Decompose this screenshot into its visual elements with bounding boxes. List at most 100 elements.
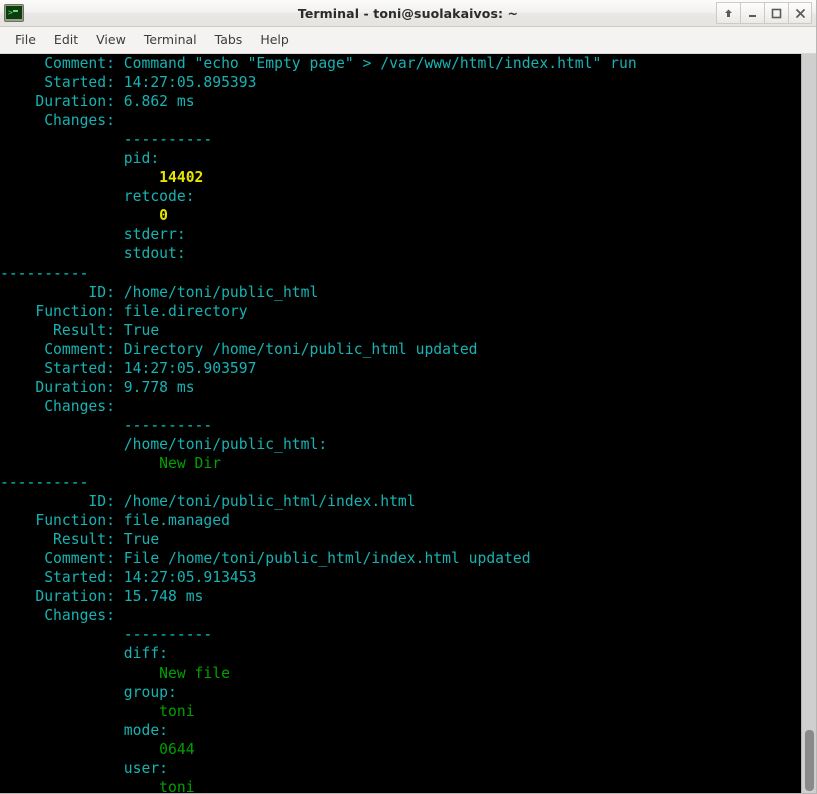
menu-item-edit[interactable]: Edit	[45, 30, 87, 50]
terminal-text: Changes:	[0, 397, 115, 415]
terminal-text: New file	[159, 664, 230, 682]
terminal-line: Duration: 9.778 ms	[0, 378, 801, 397]
terminal-text: Duration: 6.862 ms	[0, 93, 195, 111]
terminal-text: ----------	[0, 264, 89, 282]
terminal-line: 0	[0, 206, 801, 225]
terminal-line: Duration: 6.862 ms	[0, 92, 801, 111]
terminal-text: Duration: 15.748 ms	[0, 588, 204, 606]
menu-item-tabs[interactable]: Tabs	[206, 30, 252, 50]
terminal-text: ID: /home/toni/public_html/index.html	[0, 493, 416, 511]
terminal-line: Comment: Command "echo "Empty page" > /v…	[0, 54, 801, 73]
terminal-line: stdout:	[0, 244, 801, 263]
terminal-text: toni	[159, 702, 195, 720]
terminal-line: New Dir	[0, 454, 801, 473]
terminal-text: stdout:	[0, 245, 186, 263]
terminal-line: Changes:	[0, 606, 801, 625]
terminal-text: ----------	[0, 416, 213, 434]
terminal-text: Comment: Command "echo "Empty page" > /v…	[0, 55, 637, 72]
terminal-line: Function: file.directory	[0, 302, 801, 321]
terminal-text: Function: file.managed	[0, 512, 230, 530]
terminal-line: Started: 14:27:05.895393	[0, 73, 801, 92]
terminal-text: Started: 14:27:05.913453	[0, 569, 257, 587]
terminal-text: Comment: Directory /home/toni/public_htm…	[0, 340, 478, 358]
menu-item-terminal[interactable]: Terminal	[135, 30, 206, 50]
terminal-line: Comment: File /home/toni/public_html/ind…	[0, 549, 801, 568]
terminal-line: mode:	[0, 721, 801, 740]
menu-bar: File Edit View Terminal Tabs Help	[0, 27, 816, 54]
terminal-line: ----------	[0, 416, 801, 435]
shade-button[interactable]	[716, 2, 740, 24]
terminal-text: mode:	[0, 721, 169, 739]
terminal-line: Started: 14:27:05.913453	[0, 568, 801, 587]
terminal-line: toni	[0, 702, 801, 721]
terminal-text: Changes:	[0, 607, 115, 625]
terminal-window: > Terminal - toni@suolakaivos: ~ File Ed…	[0, 0, 817, 794]
terminal-text: 0	[159, 207, 169, 225]
terminal-line: ----------	[0, 473, 801, 492]
minimize-button[interactable]	[740, 2, 764, 24]
terminal-line: /home/toni/public_html:	[0, 435, 801, 454]
terminal-text: stderr:	[0, 226, 186, 244]
terminal-line: diff:	[0, 644, 801, 663]
terminal-line: retcode:	[0, 187, 801, 206]
terminal-text: diff:	[0, 645, 169, 663]
terminal-line: Result: True	[0, 530, 801, 549]
terminal-line: ID: /home/toni/public_html	[0, 283, 801, 302]
terminal-text: Changes:	[0, 112, 115, 130]
menu-item-file[interactable]: File	[6, 30, 45, 50]
terminal-line: ----------	[0, 264, 801, 283]
terminal-line: 0644	[0, 740, 801, 759]
terminal-line: pid:	[0, 149, 801, 168]
window-buttons	[716, 0, 812, 26]
terminal-line: Comment: Directory /home/toni/public_htm…	[0, 340, 801, 359]
terminal-body: Comment: Command "echo "Empty page" > /v…	[0, 54, 816, 793]
terminal-line: Result: True	[0, 321, 801, 340]
terminal-text: toni	[159, 778, 195, 793]
terminal-text: Result: True	[0, 321, 160, 339]
terminal-text: retcode:	[0, 188, 195, 206]
terminal-text: 0644	[159, 740, 195, 758]
terminal-line: ----------	[0, 130, 801, 149]
terminal-output[interactable]: Comment: Command "echo "Empty page" > /v…	[0, 54, 801, 793]
terminal-text: 14402	[159, 169, 204, 187]
terminal-text: ----------	[0, 474, 89, 492]
terminal-line: ----------	[0, 625, 801, 644]
maximize-button[interactable]	[764, 2, 788, 24]
terminal-line: Changes:	[0, 111, 801, 130]
menu-item-help[interactable]: Help	[251, 30, 298, 50]
terminal-line: toni	[0, 778, 801, 793]
terminal-line: Changes:	[0, 397, 801, 416]
close-button[interactable]	[788, 2, 812, 24]
terminal-text: New Dir	[159, 454, 222, 472]
terminal-text: Result: True	[0, 531, 160, 549]
terminal-line: New file	[0, 664, 801, 683]
terminal-text: user:	[0, 759, 169, 777]
terminal-text: Started: 14:27:05.895393	[0, 74, 257, 92]
terminal-text: group:	[0, 683, 177, 701]
terminal-text: ----------	[0, 626, 213, 644]
terminal-icon: >	[3, 3, 25, 23]
menu-item-view[interactable]: View	[87, 30, 135, 50]
window-title: Terminal - toni@suolakaivos: ~	[297, 5, 519, 21]
terminal-line: Duration: 15.748 ms	[0, 587, 801, 606]
terminal-text: ID: /home/toni/public_html	[0, 283, 319, 301]
terminal-line: 14402	[0, 168, 801, 187]
terminal-scrollbar[interactable]	[801, 54, 816, 793]
scrollbar-thumb[interactable]	[805, 730, 814, 791]
terminal-text: Comment: File /home/toni/public_html/ind…	[0, 550, 531, 568]
terminal-text: Duration: 9.778 ms	[0, 378, 195, 396]
terminal-text: Started: 14:27:05.903597	[0, 359, 257, 377]
terminal-line: Function: file.managed	[0, 511, 801, 530]
terminal-text: pid:	[0, 150, 160, 168]
title-bar[interactable]: > Terminal - toni@suolakaivos: ~	[0, 0, 816, 27]
terminal-text: /home/toni/public_html:	[0, 435, 328, 453]
terminal-line: user:	[0, 759, 801, 778]
terminal-text: Function: file.directory	[0, 302, 248, 320]
